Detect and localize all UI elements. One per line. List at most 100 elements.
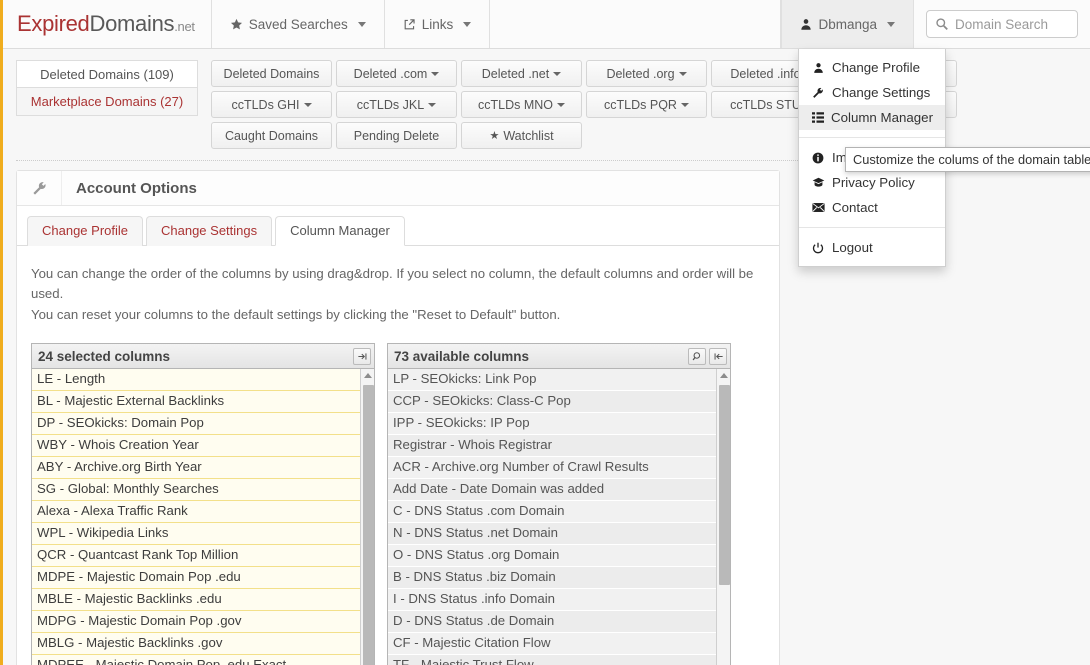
list-item[interactable]: IPP - SEOkicks: IP Pop [388,413,716,436]
nav-user-menu[interactable]: Dbmanga [781,0,914,48]
logo-part-tld: .net [174,18,195,34]
scroll-up-arrow-icon[interactable] [361,369,374,383]
scrollbar-thumb[interactable] [719,385,730,586]
menu-item-label: Logout [832,240,873,255]
button-caught-domains[interactable]: Caught Domains [211,122,332,149]
list-item[interactable]: ACR - Archive.org Number of Crawl Result… [388,457,716,480]
list-item[interactable]: WPL - Wikipedia Links [32,523,360,546]
list-item[interactable]: SG - Global: Monthly Searches [32,479,360,502]
button-marketplace-domains-count-label: Marketplace Domains (27) [30,94,184,109]
list-item[interactable]: C - DNS Status .com Domain [388,501,716,524]
button-cctlds-mno[interactable]: ccTLDs MNO [461,91,582,118]
list-item[interactable]: Add Date - Date Domain was added [388,479,716,502]
button-deleted-domains[interactable]: Deleted Domains [211,60,332,87]
chevron-down-icon [431,71,440,76]
list-item[interactable]: Registrar - Whois Registrar [388,435,716,458]
tld-button-grid: Deleted Domains Deleted .com Deleted .ne… [211,60,1090,149]
btn-label: Deleted Domains [223,66,320,81]
search-container: Domain Search [914,0,1090,48]
list-item[interactable]: D - DNS Status .de Domain [388,611,716,634]
chevron-down-icon [887,21,895,27]
list-item[interactable]: LE - Length [32,369,360,392]
available-columns-body: LP - SEOkicks: Link Pop CCP - SEOkicks: … [388,369,730,665]
list-item[interactable]: MDPEE - Majestic Domain Pop .edu Exact [32,655,360,665]
help-line-1: You can change the order of the columns … [31,266,754,302]
graduation-cap-icon [811,177,825,188]
column-manager-lists: 24 selected columns LE - Length BL - Maj… [17,325,779,665]
selected-columns-scrollarea: LE - Length BL - Majestic External Backl… [32,369,360,665]
list-item[interactable]: O - DNS Status .org Domain [388,545,716,568]
list-item[interactable]: MBLG - Majestic Backlinks .gov [32,633,360,656]
scrollbar-thumb[interactable] [363,385,374,665]
page-root: Expired Domains .net Saved Searches Links [0,0,1090,665]
user-icon [811,62,825,74]
search-icon[interactable] [688,347,706,365]
help-text: You can change the order of the columns … [17,246,779,325]
button-pending-delete[interactable]: Pending Delete [336,122,457,149]
chevron-down-icon [678,71,687,76]
nav-user-label: Dbmanga [818,16,877,32]
menu-item-logout[interactable]: Logout [799,235,945,260]
list-item[interactable]: I - DNS Status .info Domain [388,589,716,612]
menu-item-contact[interactable]: Contact [799,195,945,220]
selected-columns-body: LE - Length BL - Majestic External Backl… [32,369,374,665]
tab-change-profile[interactable]: Change Profile [27,216,143,246]
site-logo[interactable]: Expired Domains .net [0,0,212,48]
nav-links[interactable]: Links [385,0,491,48]
list-item[interactable]: QCR - Quantcast Rank Top Million [32,545,360,568]
scroll-up-arrow-icon[interactable] [717,369,730,383]
button-deleted-com[interactable]: Deleted .com [336,60,457,87]
button-marketplace-domains-count[interactable]: Marketplace Domains (27) [16,88,198,116]
list-item[interactable]: BL - Majestic External Backlinks [32,391,360,414]
button-deleted-org[interactable]: Deleted .org [586,60,707,87]
nav-saved-searches[interactable]: Saved Searches [212,0,385,48]
selected-columns-scrollbar[interactable] [360,369,374,665]
list-item[interactable]: DP - SEOkicks: Domain Pop [32,413,360,436]
list-item[interactable]: WBY - Whois Creation Year [32,435,360,458]
search-input[interactable]: Domain Search [926,10,1078,38]
available-columns-scrollbar[interactable] [716,369,730,665]
menu-item-change-profile[interactable]: Change Profile [799,55,945,80]
menu-item-column-manager[interactable]: Column Manager [799,105,945,130]
button-cctlds-jkl[interactable]: ccTLDs JKL [336,91,457,118]
chevron-down-icon [303,102,312,107]
tab-label: Change Profile [42,223,128,238]
search-icon [935,17,949,31]
panel-header: Account Options [17,171,779,206]
button-cctlds-pqr[interactable]: ccTLDs PQR [586,91,707,118]
tab-change-settings[interactable]: Change Settings [146,216,273,246]
button-cctlds-ghi[interactable]: ccTLDs GHI [211,91,332,118]
list-item[interactable]: MBLE - Majestic Backlinks .edu [32,589,360,612]
list-item[interactable]: CCP - SEOkicks: Class-C Pop [388,391,716,414]
menu-item-label: Change Settings [832,85,931,100]
list-item[interactable]: MDPG - Majestic Domain Pop .gov [32,611,360,634]
menu-item-privacy-policy[interactable]: Privacy Policy [799,170,945,195]
button-deleted-domains-count[interactable]: Deleted Domains (109) [16,60,198,88]
menu-item-change-settings[interactable]: Change Settings [799,80,945,105]
list-item[interactable]: TF - Majestic Trust Flow [388,655,716,665]
list-item[interactable]: Alexa - Alexa Traffic Rank [32,501,360,524]
btn-label: ccTLDs PQR [604,97,677,112]
available-columns-panel: 73 available columns LP - SEOkicks: Link… [387,343,731,665]
menu-item-label: Change Profile [832,60,920,75]
list-item[interactable]: B - DNS Status .biz Domain [388,567,716,590]
tab-column-manager[interactable]: Column Manager [275,216,405,246]
btn-label: Deleted .info [730,66,801,81]
wrench-icon [17,171,62,205]
list-item[interactable]: ABY - Archive.org Birth Year [32,457,360,480]
user-icon [800,18,812,31]
list-item[interactable]: CF - Majestic Citation Flow [388,633,716,656]
move-left-icon[interactable] [709,347,727,365]
list-item[interactable]: LP - SEOkicks: Link Pop [388,369,716,392]
move-right-icon[interactable] [353,347,371,365]
btn-label: Deleted .net [481,66,550,81]
list-item[interactable]: N - DNS Status .net Domain [388,523,716,546]
logo-part-domains: Domains [89,11,175,36]
star-icon: ★ [489,130,500,142]
list-item[interactable]: MDPE - Majestic Domain Pop .edu [32,567,360,590]
columns-icon [811,112,824,123]
button-watchlist[interactable]: ★ Watchlist [461,122,582,149]
btn-label: Deleted .org [606,66,675,81]
account-tabs: Change Profile Change Settings Column Ma… [17,206,779,246]
button-deleted-net[interactable]: Deleted .net [461,60,582,87]
